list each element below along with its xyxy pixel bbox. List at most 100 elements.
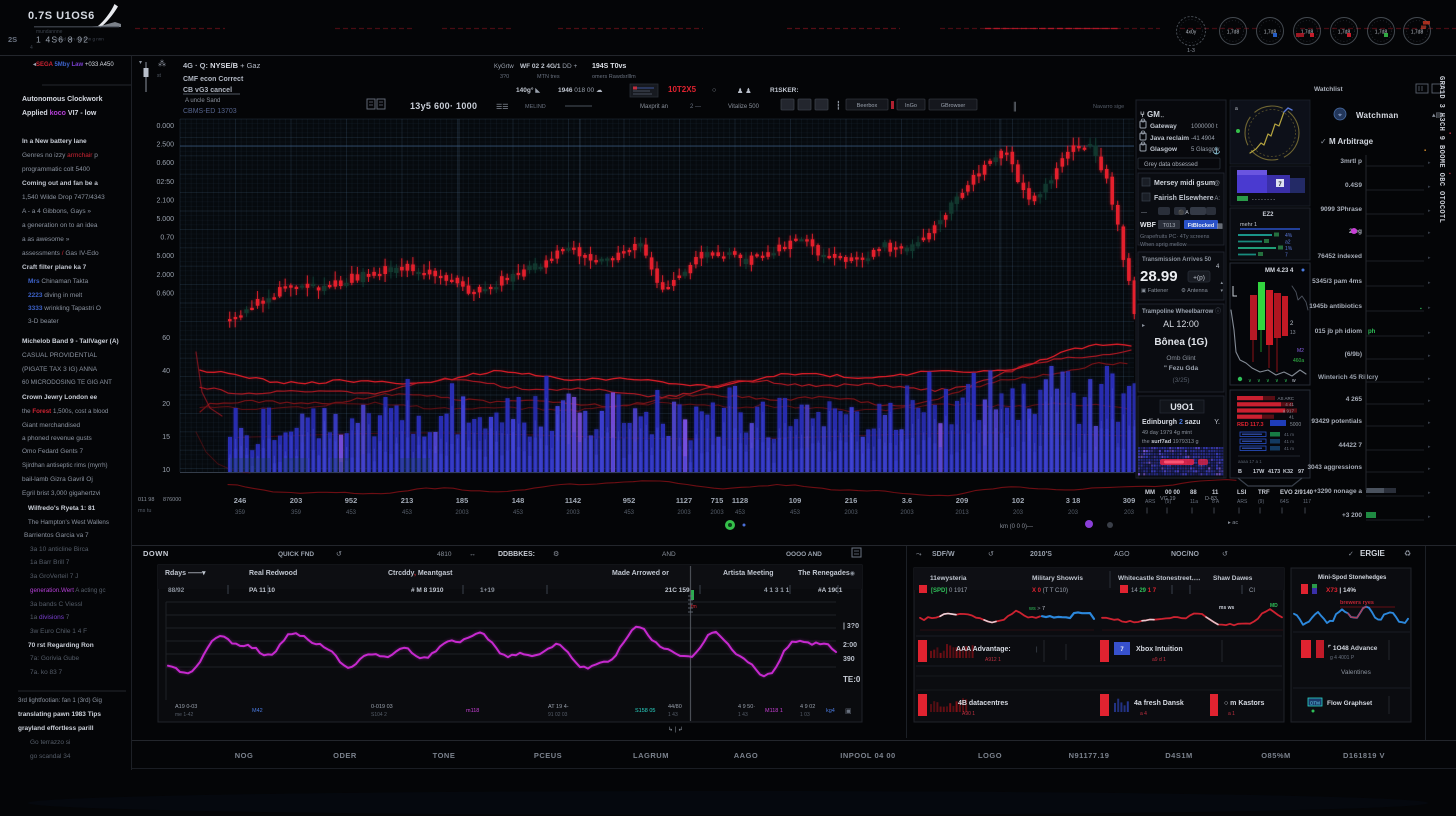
svg-text:453: 453	[790, 510, 801, 516]
svg-text:2003: 2003	[844, 510, 858, 516]
svg-text:41 m: 41 m	[1284, 446, 1294, 451]
svg-text:Xbox Intuition: Xbox Intuition	[1136, 646, 1183, 653]
svg-text:ARS: ARS	[1145, 499, 1156, 505]
svg-text:ws > 7: ws > 7	[1028, 606, 1045, 612]
svg-text:K32: K32	[1283, 469, 1293, 475]
svg-text:4 9 50·: 4 9 50·	[738, 704, 755, 710]
svg-text:2:00: 2:00	[843, 642, 857, 649]
svg-text:4 9 02: 4 9 02	[800, 704, 815, 710]
svg-text:0.000: 0.000	[156, 123, 174, 130]
svg-text:Genres no izzy armchair p: Genres no izzy armchair p	[22, 152, 98, 159]
svg-text:ERGIE: ERGIE	[1360, 549, 1386, 558]
svg-text:⚙: ⚙	[553, 550, 559, 558]
svg-text:DDBBKES:: DDBBKES:	[498, 551, 535, 558]
svg-text:WBF: WBF	[1140, 222, 1157, 229]
svg-text:64S: 64S	[1280, 499, 1290, 505]
svg-text:▣ Fattener: ▣ Fattener	[1141, 288, 1168, 294]
svg-text:2003: 2003	[677, 510, 691, 516]
svg-text:1 03: 1 03	[800, 712, 810, 718]
svg-text:213: 213	[401, 496, 414, 505]
svg-text:M2: M2	[1297, 348, 1304, 354]
svg-text:AT 19 4-: AT 19 4-	[548, 704, 569, 710]
svg-text:10: 10	[162, 467, 170, 474]
svg-text:3-D beater: 3-D beater	[28, 318, 60, 325]
svg-text:Giant merchandised: Giant merchandised	[22, 422, 81, 429]
svg-text:Ctrcddy, Meantgast: Ctrcddy, Meantgast	[388, 570, 453, 577]
svg-text:assessments / Gas IV-Edo: assessments / Gas IV-Edo	[22, 250, 99, 257]
svg-text:11a: 11a	[1190, 499, 1198, 505]
svg-text:ARS: ARS	[1237, 499, 1248, 505]
svg-text:60: 60	[162, 335, 170, 342]
svg-text:2010'S: 2010'S	[1030, 551, 1052, 558]
svg-text:✓ M Arbitrage: ✓ M Arbitrage	[1320, 137, 1374, 146]
svg-text:88: 88	[1190, 490, 1197, 496]
svg-text:9099 3Phrase: 9099 3Phrase	[1320, 206, 1362, 213]
svg-text:T013: T013	[1163, 223, 1176, 229]
svg-text:g 4 4001 P: g 4 4001 P	[1330, 655, 1355, 661]
svg-text:▪: ▪	[1449, 131, 1451, 137]
svg-text:+3 200: +3 200	[1342, 512, 1362, 519]
svg-text:║: ║	[1212, 507, 1216, 514]
svg-text:(9): (9)	[1258, 499, 1264, 505]
svg-text:a phoned revenue gusts: a phoned revenue gusts	[22, 435, 92, 442]
svg-text:Michelob Band 9 - TallVager (A: Michelob Band 9 - TallVager (A)	[22, 338, 119, 345]
svg-text:1945b antibiotics: 1945b antibiotics	[1309, 303, 1362, 310]
svg-text:1 43: 1 43	[738, 712, 748, 718]
svg-text:LOGO: LOGO	[978, 751, 1002, 760]
svg-text:Coming out and fan be a: Coming out and fan be a	[22, 180, 98, 187]
svg-text:49 day 1979 4g mint: 49 day 1979 4g mint	[1142, 430, 1192, 436]
svg-text:║: ║	[1303, 507, 1307, 514]
svg-text:MM 4.23 4: MM 4.23 4	[1265, 268, 1294, 274]
svg-text:203: 203	[290, 496, 303, 505]
svg-text:3.6: 3.6	[902, 496, 912, 505]
svg-text:MTN tres: MTN tres	[537, 74, 560, 80]
svg-text:Mini-Spod Stonehedges: Mini-Spod Stonehedges	[1318, 575, 1387, 581]
svg-text:⚙ Antenna: ⚙ Antenna	[1181, 287, 1209, 294]
svg-text:OOOO AND: OOOO AND	[786, 551, 822, 558]
svg-text:3?0: 3?0	[500, 74, 509, 80]
svg-text:A - a 4 Gibbons, Gays »: A - a 4 Gibbons, Gays »	[22, 208, 91, 215]
svg-text:grayland effortless parill: grayland effortless parill	[18, 725, 94, 732]
svg-text:- - - - - - - -: - - - - - - - -	[1252, 197, 1275, 203]
svg-text:▦: ▦	[1216, 223, 1223, 230]
svg-text:ⓘ: ⓘ	[1215, 307, 1221, 315]
svg-text:Valentines: Valentines	[1341, 669, 1372, 676]
svg-text:Egril brist 3,000 gigahertzvi: Egril brist 3,000 gigahertzvi	[22, 490, 100, 497]
svg-text:93429 potentials: 93429 potentials	[1311, 418, 1362, 425]
svg-text:AND: AND	[662, 551, 676, 558]
svg-text:0.7S U1OS6: 0.7S U1OS6	[28, 10, 95, 22]
svg-text:⁂: ⁂	[158, 59, 166, 68]
svg-text:Transmission Arrives 50: Transmission Arrives 50	[1142, 257, 1212, 263]
svg-text:5.000: 5.000	[156, 216, 174, 223]
svg-text:44/80: 44/80	[668, 704, 682, 710]
svg-text:1 43: 1 43	[668, 712, 678, 718]
svg-text:♻: ♻	[1404, 549, 1411, 558]
svg-text:∨: ∨	[1257, 378, 1261, 384]
svg-text:a as awesome »: a as awesome »	[22, 236, 70, 243]
svg-text:453: 453	[402, 510, 413, 516]
svg-text:The Renegades: The Renegades	[798, 570, 850, 577]
svg-text:02:50: 02:50	[156, 179, 174, 186]
svg-text:TRF: TRF	[1258, 490, 1270, 496]
svg-text:148: 148	[512, 496, 525, 505]
svg-text:R1SKER:: R1SKER:	[770, 87, 799, 94]
svg-text:3mrtl p: 3mrtl p	[1340, 158, 1362, 165]
svg-text:omers Rawdsrlllm: omers Rawdsrlllm	[592, 74, 636, 80]
svg-text:109: 109	[789, 496, 802, 505]
svg-text:⑂ GM‥: ⑂ GM‥	[1140, 110, 1165, 119]
svg-text:GBrowser: GBrowser	[941, 103, 966, 109]
svg-text:↺: ↺	[988, 551, 994, 558]
svg-text:▸: ▸	[1428, 255, 1431, 261]
svg-text:+(p): +(p)	[1193, 275, 1205, 282]
svg-text:453: 453	[624, 510, 635, 516]
svg-text:4810: 4810	[437, 551, 452, 558]
svg-text:U9O1: U9O1	[1170, 402, 1194, 412]
svg-text:2013: 2013	[955, 510, 969, 516]
svg-text:the surf7ad 1979313 g: the surf7ad 1979313 g	[1142, 439, 1199, 445]
svg-text:a2: a2	[1285, 240, 1291, 246]
svg-text:⚓: ⚓	[1212, 146, 1221, 155]
svg-text:Y.: Y.	[1214, 419, 1220, 426]
svg-text:2003: 2003	[566, 510, 580, 516]
svg-text:EVO 2/9: EVO 2/9	[1280, 490, 1303, 496]
svg-text:║: ║	[1145, 507, 1149, 514]
